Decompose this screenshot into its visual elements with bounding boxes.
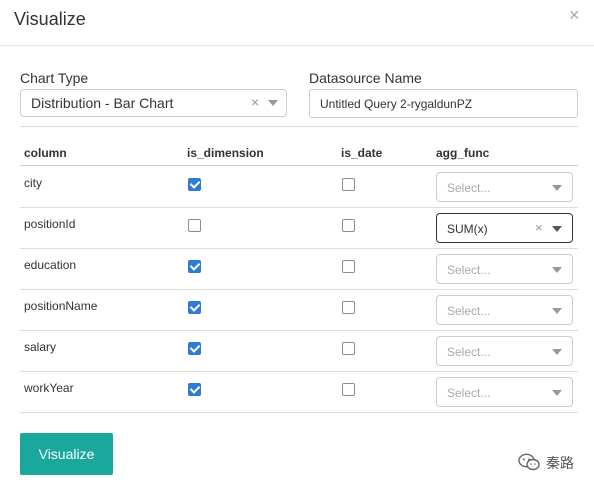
visualize-dialog: Visualize × Chart Type Distribution - Ba… <box>0 0 594 486</box>
agg-func-select[interactable]: SUM(x) × <box>436 213 573 243</box>
table-row: workYear Select... <box>20 372 578 413</box>
column-name: positionId <box>24 217 76 231</box>
is-dimension-checkbox[interactable] <box>188 342 201 355</box>
clear-icon[interactable]: × <box>535 220 543 235</box>
chevron-down-icon[interactable] <box>552 267 562 273</box>
agg-func-placeholder: Select... <box>447 263 491 277</box>
agg-func-select[interactable]: Select... <box>436 254 573 284</box>
header-agg-func: agg_func <box>436 146 490 160</box>
chevron-down-icon[interactable] <box>552 390 562 396</box>
table-row: city Select... <box>20 167 578 208</box>
is-dimension-checkbox[interactable] <box>188 383 201 396</box>
is-date-checkbox[interactable] <box>342 301 355 314</box>
chevron-down-icon[interactable] <box>552 308 562 314</box>
is-dimension-checkbox[interactable] <box>188 178 201 191</box>
is-date-checkbox[interactable] <box>342 219 355 232</box>
chevron-down-icon[interactable] <box>552 349 562 355</box>
is-dimension-checkbox[interactable] <box>188 260 201 273</box>
table-row: education Select... <box>20 249 578 290</box>
header-is-dimension: is_dimension <box>187 146 264 160</box>
agg-func-placeholder: Select... <box>447 304 491 318</box>
is-date-checkbox[interactable] <box>342 178 355 191</box>
watermark-text: 秦路 <box>546 455 574 471</box>
dialog-header: Visualize × <box>0 0 594 46</box>
column-name: workYear <box>24 381 74 395</box>
is-dimension-checkbox[interactable] <box>188 219 201 232</box>
chart-type-label: Chart Type <box>20 70 89 86</box>
agg-func-select[interactable]: Select... <box>436 295 573 325</box>
close-icon[interactable]: × <box>569 6 580 24</box>
is-date-checkbox[interactable] <box>342 260 355 273</box>
is-date-checkbox[interactable] <box>342 342 355 355</box>
column-name: education <box>24 258 77 272</box>
dialog-title: Visualize <box>14 9 86 29</box>
chart-type-value: Distribution - Bar Chart <box>31 95 174 111</box>
agg-func-placeholder: Select... <box>447 181 491 195</box>
chevron-down-icon[interactable] <box>268 100 278 106</box>
agg-func-value: SUM(x) <box>447 222 488 236</box>
column-name: positionName <box>24 299 98 313</box>
is-date-checkbox[interactable] <box>342 383 355 396</box>
datasource-name-input[interactable] <box>309 89 578 118</box>
header-column: column <box>24 146 67 160</box>
chart-type-select[interactable]: Distribution - Bar Chart × <box>20 89 287 117</box>
column-name: salary <box>24 340 57 354</box>
column-name: city <box>24 176 42 190</box>
agg-func-placeholder: Select... <box>447 386 491 400</box>
table-header: column is_dimension is_date agg_func <box>20 126 578 166</box>
table-row: positionName Select... <box>20 290 578 331</box>
table-row: salary Select... <box>20 331 578 372</box>
clear-icon[interactable]: × <box>251 94 259 110</box>
chevron-down-icon[interactable] <box>552 185 562 191</box>
agg-func-placeholder: Select... <box>447 345 491 359</box>
agg-func-select[interactable]: Select... <box>436 172 573 202</box>
agg-func-select[interactable]: Select... <box>436 336 573 366</box>
datasource-label: Datasource Name <box>309 70 422 86</box>
header-is-date: is_date <box>341 146 383 160</box>
wechat-icon <box>518 453 540 471</box>
chevron-down-icon[interactable] <box>552 226 562 232</box>
table-row: positionId SUM(x) × <box>20 208 578 249</box>
visualize-button[interactable]: Visualize <box>20 433 113 475</box>
agg-func-select[interactable]: Select... <box>436 377 573 407</box>
is-dimension-checkbox[interactable] <box>188 301 201 314</box>
